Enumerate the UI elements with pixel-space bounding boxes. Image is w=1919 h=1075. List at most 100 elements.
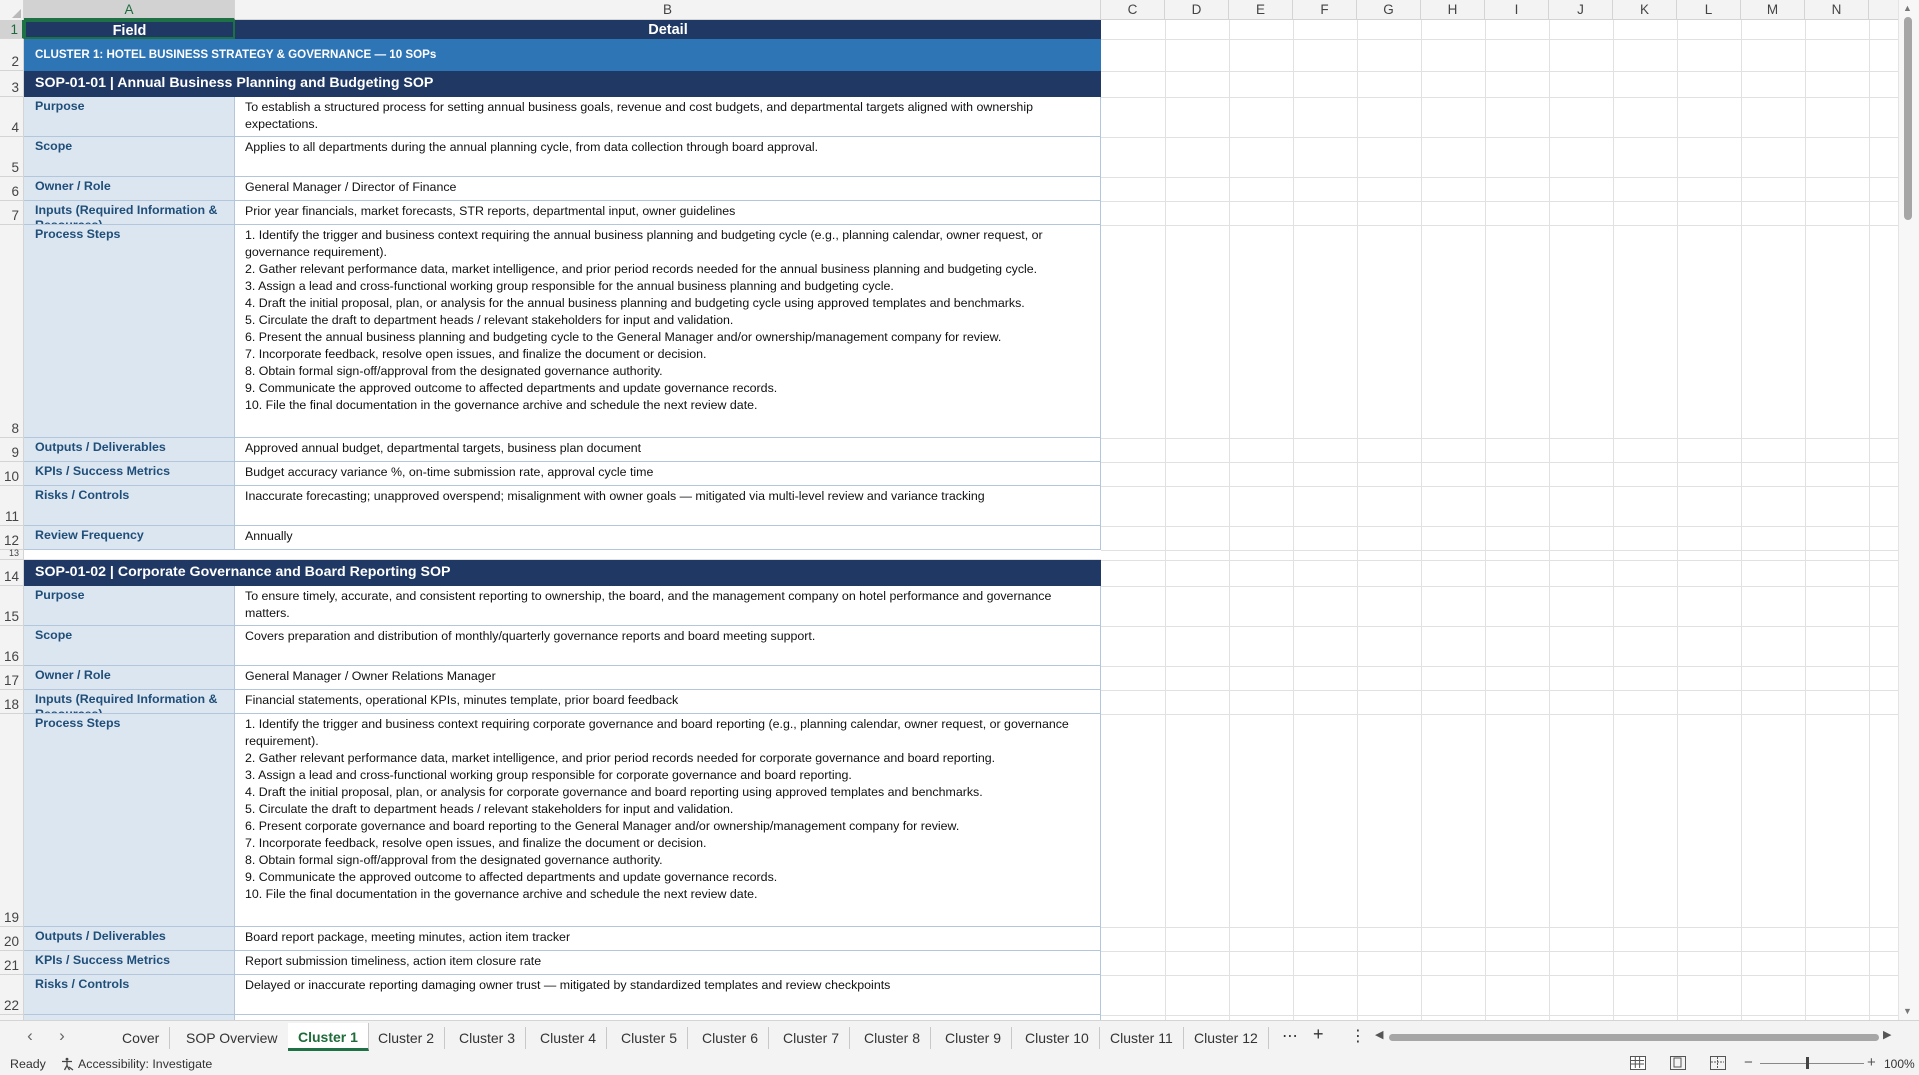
outputs-value-cell[interactable]: Board report package, meeting minutes, a… bbox=[235, 927, 1101, 951]
risks-value-cell[interactable]: Delayed or inaccurate reporting damaging… bbox=[235, 975, 1101, 1015]
row-header[interactable]: 2 bbox=[0, 39, 24, 71]
tab-cluster-3[interactable]: Cluster 3 bbox=[449, 1027, 527, 1049]
column-header-k[interactable]: K bbox=[1613, 0, 1677, 20]
page-break-view-icon[interactable] bbox=[1710, 1056, 1726, 1070]
row-header[interactable]: 10 bbox=[0, 462, 24, 486]
column-header-b[interactable]: B bbox=[235, 0, 1101, 20]
column-header-j[interactable]: J bbox=[1549, 0, 1613, 20]
spreadsheet-grid[interactable]: A B C D E F G H I J K L M N 1 2 3 4 5 6 … bbox=[0, 0, 1919, 1020]
inputs-label-cell[interactable]: Inputs (Required Information & Resources… bbox=[24, 690, 235, 714]
column-header-a[interactable]: A bbox=[24, 0, 235, 20]
tab-cluster-6[interactable]: Cluster 6 bbox=[692, 1027, 770, 1049]
zoom-out-icon[interactable]: − bbox=[1744, 1054, 1753, 1071]
tab-cluster-1[interactable]: Cluster 1 bbox=[288, 1023, 369, 1051]
tab-cover[interactable]: Cover bbox=[112, 1027, 171, 1049]
kpis-label-cell[interactable]: KPIs / Success Metrics bbox=[24, 951, 235, 975]
add-sheet-icon[interactable]: + bbox=[1313, 1024, 1324, 1045]
review-label-cell[interactable]: Review Frequency bbox=[24, 526, 235, 550]
tab-cluster-11[interactable]: Cluster 11 bbox=[1100, 1027, 1184, 1049]
row-header[interactable]: 4 bbox=[0, 97, 24, 137]
vertical-scroll-thumb[interactable] bbox=[1904, 17, 1912, 220]
tab-cluster-12[interactable]: Cluster 12 bbox=[1184, 1027, 1269, 1049]
inputs-value-cell[interactable]: Financial statements, operational KPIs, … bbox=[235, 690, 1101, 714]
process-steps-label-cell[interactable]: Process Steps bbox=[24, 714, 235, 927]
column-header-i[interactable]: I bbox=[1485, 0, 1549, 20]
tab-cluster-9[interactable]: Cluster 9 bbox=[935, 1027, 1013, 1049]
vertical-scrollbar[interactable]: ▲ ▼ bbox=[1898, 0, 1919, 1020]
row-header[interactable]: 7 bbox=[0, 201, 24, 225]
scope-label-cell[interactable]: Scope bbox=[24, 137, 235, 177]
column-header-n[interactable]: N bbox=[1805, 0, 1869, 20]
owner-label-cell[interactable]: Owner / Role bbox=[24, 666, 235, 690]
row-header[interactable]: 15 bbox=[0, 586, 24, 626]
scroll-left-icon[interactable]: ◀ bbox=[1375, 1028, 1383, 1041]
spacer-row[interactable] bbox=[24, 550, 1101, 560]
tab-prev-icon[interactable]: ‹ bbox=[20, 1026, 40, 1046]
outputs-label-cell[interactable]: Outputs / Deliverables bbox=[24, 927, 235, 951]
select-all-corner[interactable] bbox=[0, 0, 24, 20]
row-header[interactable]: 21 bbox=[0, 951, 24, 975]
outputs-label-cell[interactable]: Outputs / Deliverables bbox=[24, 438, 235, 462]
inputs-value-cell[interactable]: Prior year financials, market forecasts,… bbox=[235, 201, 1101, 225]
row-header[interactable]: 11 bbox=[0, 486, 24, 526]
process-steps-value-cell[interactable]: 1. Identify the trigger and business con… bbox=[235, 714, 1101, 927]
row-header[interactable]: 6 bbox=[0, 177, 24, 201]
row-header[interactable]: 20 bbox=[0, 927, 24, 951]
column-header-d[interactable]: D bbox=[1165, 0, 1229, 20]
zoom-slider[interactable] bbox=[1760, 1063, 1864, 1064]
outputs-value-cell[interactable]: Approved annual budget, departmental tar… bbox=[235, 438, 1101, 462]
process-steps-value-cell[interactable]: 1. Identify the trigger and business con… bbox=[235, 225, 1101, 438]
purpose-value-cell[interactable]: To ensure timely, accurate, and consiste… bbox=[235, 586, 1101, 626]
scope-label-cell[interactable]: Scope bbox=[24, 626, 235, 666]
purpose-label-cell[interactable]: Purpose bbox=[24, 586, 235, 626]
row-header[interactable]: 8 bbox=[0, 225, 24, 438]
inputs-label-cell[interactable]: Inputs (Required Information & Resources… bbox=[24, 201, 235, 225]
tab-cluster-7[interactable]: Cluster 7 bbox=[773, 1027, 851, 1049]
row-header[interactable]: 19 bbox=[0, 714, 24, 927]
sop-title-cell[interactable]: SOP-01-01 | Annual Business Planning and… bbox=[24, 71, 1101, 97]
row-header[interactable]: 3 bbox=[0, 71, 24, 97]
risks-value-cell[interactable]: Inaccurate forecasting; unapproved overs… bbox=[235, 486, 1101, 526]
tab-cluster-8[interactable]: Cluster 8 bbox=[854, 1027, 932, 1049]
row-header[interactable]: 12 bbox=[0, 526, 24, 550]
process-steps-label-cell[interactable]: Process Steps bbox=[24, 225, 235, 438]
row-header[interactable]: 5 bbox=[0, 137, 24, 177]
sop-title-cell[interactable]: SOP-01-02 | Corporate Governance and Boa… bbox=[24, 560, 1101, 586]
row-header[interactable]: 18 bbox=[0, 690, 24, 714]
header-field-cell[interactable]: Field bbox=[24, 20, 235, 39]
tab-sop-overview[interactable]: SOP Overview bbox=[176, 1027, 289, 1049]
column-header-g[interactable]: G bbox=[1357, 0, 1421, 20]
review-value-cell[interactable]: Annually bbox=[235, 526, 1101, 550]
owner-value-cell[interactable]: General Manager / Owner Relations Manage… bbox=[235, 666, 1101, 690]
risks-label-cell[interactable]: Risks / Controls bbox=[24, 486, 235, 526]
purpose-label-cell[interactable]: Purpose bbox=[24, 97, 235, 137]
row-header[interactable]: 22 bbox=[0, 975, 24, 1015]
horizontal-scrollbar[interactable]: ◀ ▶ bbox=[1375, 1028, 1895, 1043]
cluster-title-cell[interactable]: CLUSTER 1: HOTEL BUSINESS STRATEGY & GOV… bbox=[24, 39, 1101, 71]
kpis-value-cell[interactable]: Budget accuracy variance %, on-time subm… bbox=[235, 462, 1101, 486]
normal-view-icon[interactable] bbox=[1630, 1056, 1646, 1070]
horizontal-scroll-thumb[interactable] bbox=[1389, 1034, 1879, 1041]
tab-next-icon[interactable]: › bbox=[52, 1026, 72, 1046]
risks-label-cell[interactable]: Risks / Controls bbox=[24, 975, 235, 1015]
column-header-m[interactable]: M bbox=[1741, 0, 1805, 20]
column-header-c[interactable]: C bbox=[1101, 0, 1165, 20]
tab-cluster-2[interactable]: Cluster 2 bbox=[368, 1027, 446, 1049]
row-header[interactable]: 17 bbox=[0, 666, 24, 690]
kpis-value-cell[interactable]: Report submission timeliness, action ite… bbox=[235, 951, 1101, 975]
row-header[interactable]: 9 bbox=[0, 438, 24, 462]
owner-value-cell[interactable]: General Manager / Director of Finance bbox=[235, 177, 1101, 201]
scope-value-cell[interactable]: Covers preparation and distribution of m… bbox=[235, 626, 1101, 666]
accessibility-status[interactable]: Accessibility: Investigate bbox=[60, 1057, 212, 1071]
scroll-down-icon[interactable]: ▼ bbox=[1903, 1006, 1912, 1016]
scope-value-cell[interactable]: Applies to all departments during the an… bbox=[235, 137, 1101, 177]
column-header-e[interactable]: E bbox=[1229, 0, 1293, 20]
tab-options-icon[interactable]: ⋮ bbox=[1350, 1026, 1366, 1046]
row-header[interactable]: 1 bbox=[0, 20, 24, 39]
row-header[interactable]: 13 bbox=[0, 548, 24, 560]
page-layout-view-icon[interactable] bbox=[1670, 1056, 1686, 1070]
kpis-label-cell[interactable]: KPIs / Success Metrics bbox=[24, 462, 235, 486]
purpose-value-cell[interactable]: To establish a structured process for se… bbox=[235, 97, 1101, 137]
tab-cluster-10[interactable]: Cluster 10 bbox=[1015, 1027, 1100, 1049]
tab-cluster-4[interactable]: Cluster 4 bbox=[530, 1027, 608, 1049]
